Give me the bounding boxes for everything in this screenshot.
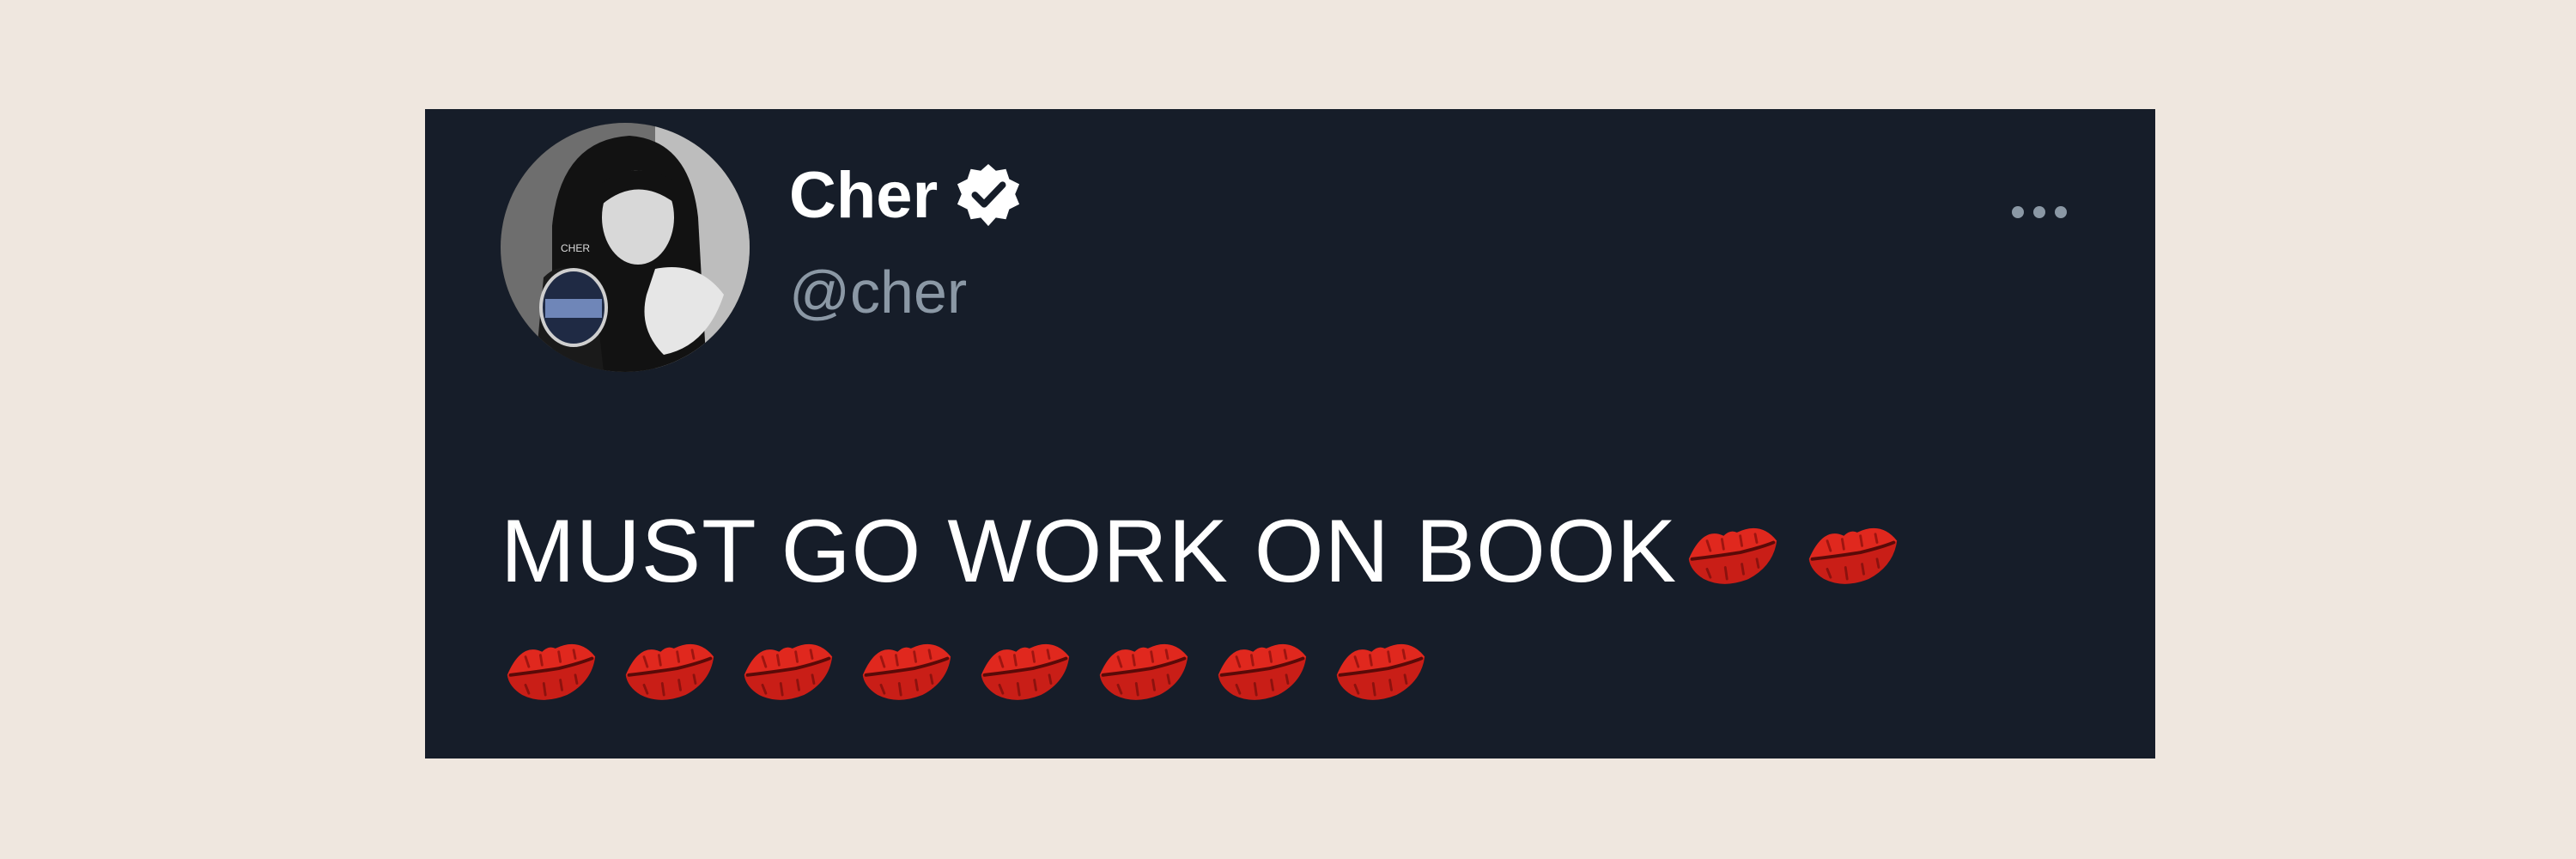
tweet-body-text: MUST GO WORK ON BOOK [501, 502, 1678, 601]
kiss-mark-icon [1802, 516, 1902, 594]
kiss-mark-icon [619, 632, 719, 710]
more-options-icon [2012, 206, 2067, 218]
kiss-mark-icon [975, 632, 1074, 710]
author-name-row: Cher [789, 162, 1022, 229]
kiss-mark-icon [1682, 516, 1782, 594]
kiss-mark-icon [856, 632, 956, 710]
tweet-card: CHER Cher @cher MUST GO WORK ON BOOK [425, 109, 2155, 758]
tweet-text: MUST GO WORK ON BOOK [501, 490, 2106, 736]
verified-badge-icon [957, 163, 1020, 227]
tweet-text-line-1: MUST GO WORK ON BOOK [501, 490, 2106, 613]
kiss-mark-icon [1330, 632, 1430, 710]
profile-avatar[interactable]: CHER [501, 123, 750, 372]
kiss-mark-icon [738, 632, 837, 710]
kiss-mark-icon [501, 632, 600, 710]
author-display-name[interactable]: Cher [789, 163, 938, 228]
kiss-mark-icon [1212, 632, 1311, 710]
profile-photo-icon: CHER [501, 123, 750, 372]
tweet-text-line-2 [501, 613, 2106, 736]
svg-text:CHER: CHER [561, 242, 590, 254]
more-options-button[interactable] [2001, 195, 2087, 229]
kiss-mark-icon [1093, 632, 1193, 710]
author-handle[interactable]: @cher [789, 262, 967, 322]
